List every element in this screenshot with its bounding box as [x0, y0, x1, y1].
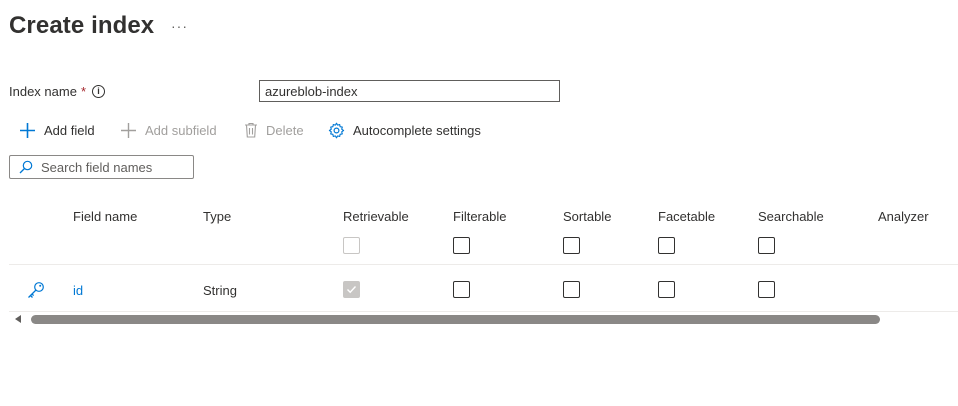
plus-icon	[20, 122, 35, 138]
scroll-left-arrow[interactable]	[15, 315, 21, 323]
col-header-analyzer[interactable]: Analyzer	[878, 209, 929, 224]
col-header-field-name[interactable]: Field name	[73, 209, 137, 224]
more-options-button[interactable]: ···	[171, 18, 188, 34]
delete-label: Delete	[266, 122, 304, 138]
add-field-button[interactable]: Add field	[19, 120, 95, 140]
required-mark: *	[80, 84, 86, 99]
field-name-link[interactable]: id	[73, 283, 83, 298]
index-name-label-text: Index name	[9, 84, 77, 99]
table-header-divider	[9, 264, 958, 265]
search-icon	[19, 160, 33, 174]
index-name-label: Index name * i	[9, 84, 105, 99]
sortable-all-checkbox[interactable]	[563, 237, 580, 254]
filterable-checkbox[interactable]	[453, 281, 470, 298]
facetable-all-checkbox[interactable]	[658, 237, 675, 254]
gear-icon	[328, 122, 345, 138]
page-title: Create index	[9, 12, 155, 39]
field-type: String	[203, 283, 237, 298]
table-row-divider	[9, 311, 958, 312]
info-icon[interactable]: i	[92, 85, 105, 98]
col-header-retrievable[interactable]: Retrievable	[343, 209, 409, 224]
delete-button[interactable]: Delete	[244, 120, 304, 140]
searchable-all-checkbox[interactable]	[758, 237, 775, 254]
check-icon	[347, 286, 357, 294]
col-header-sortable[interactable]: Sortable	[563, 209, 611, 224]
sortable-checkbox[interactable]	[563, 281, 580, 298]
facetable-checkbox[interactable]	[658, 281, 675, 298]
col-header-searchable[interactable]: Searchable	[758, 209, 824, 224]
index-name-input[interactable]	[259, 80, 560, 102]
col-header-facetable[interactable]: Facetable	[658, 209, 715, 224]
retrievable-checkbox	[343, 281, 360, 298]
add-subfield-button[interactable]: Add subfield	[120, 120, 217, 140]
autocomplete-settings-button[interactable]: Autocomplete settings	[328, 120, 481, 140]
col-header-filterable[interactable]: Filterable	[453, 209, 506, 224]
plus-icon	[121, 122, 136, 138]
search-input[interactable]	[41, 159, 181, 175]
add-field-label: Add field	[44, 122, 95, 138]
searchable-checkbox[interactable]	[758, 281, 775, 298]
trash-icon	[245, 122, 257, 138]
search-field-box[interactable]	[9, 155, 194, 179]
retrievable-all-checkbox	[343, 237, 360, 254]
autocomplete-settings-label: Autocomplete settings	[353, 122, 481, 138]
key-icon[interactable]	[26, 280, 46, 305]
col-header-type[interactable]: Type	[203, 209, 231, 224]
horizontal-scrollbar[interactable]	[31, 315, 880, 324]
add-subfield-label: Add subfield	[145, 122, 217, 138]
filterable-all-checkbox[interactable]	[453, 237, 470, 254]
